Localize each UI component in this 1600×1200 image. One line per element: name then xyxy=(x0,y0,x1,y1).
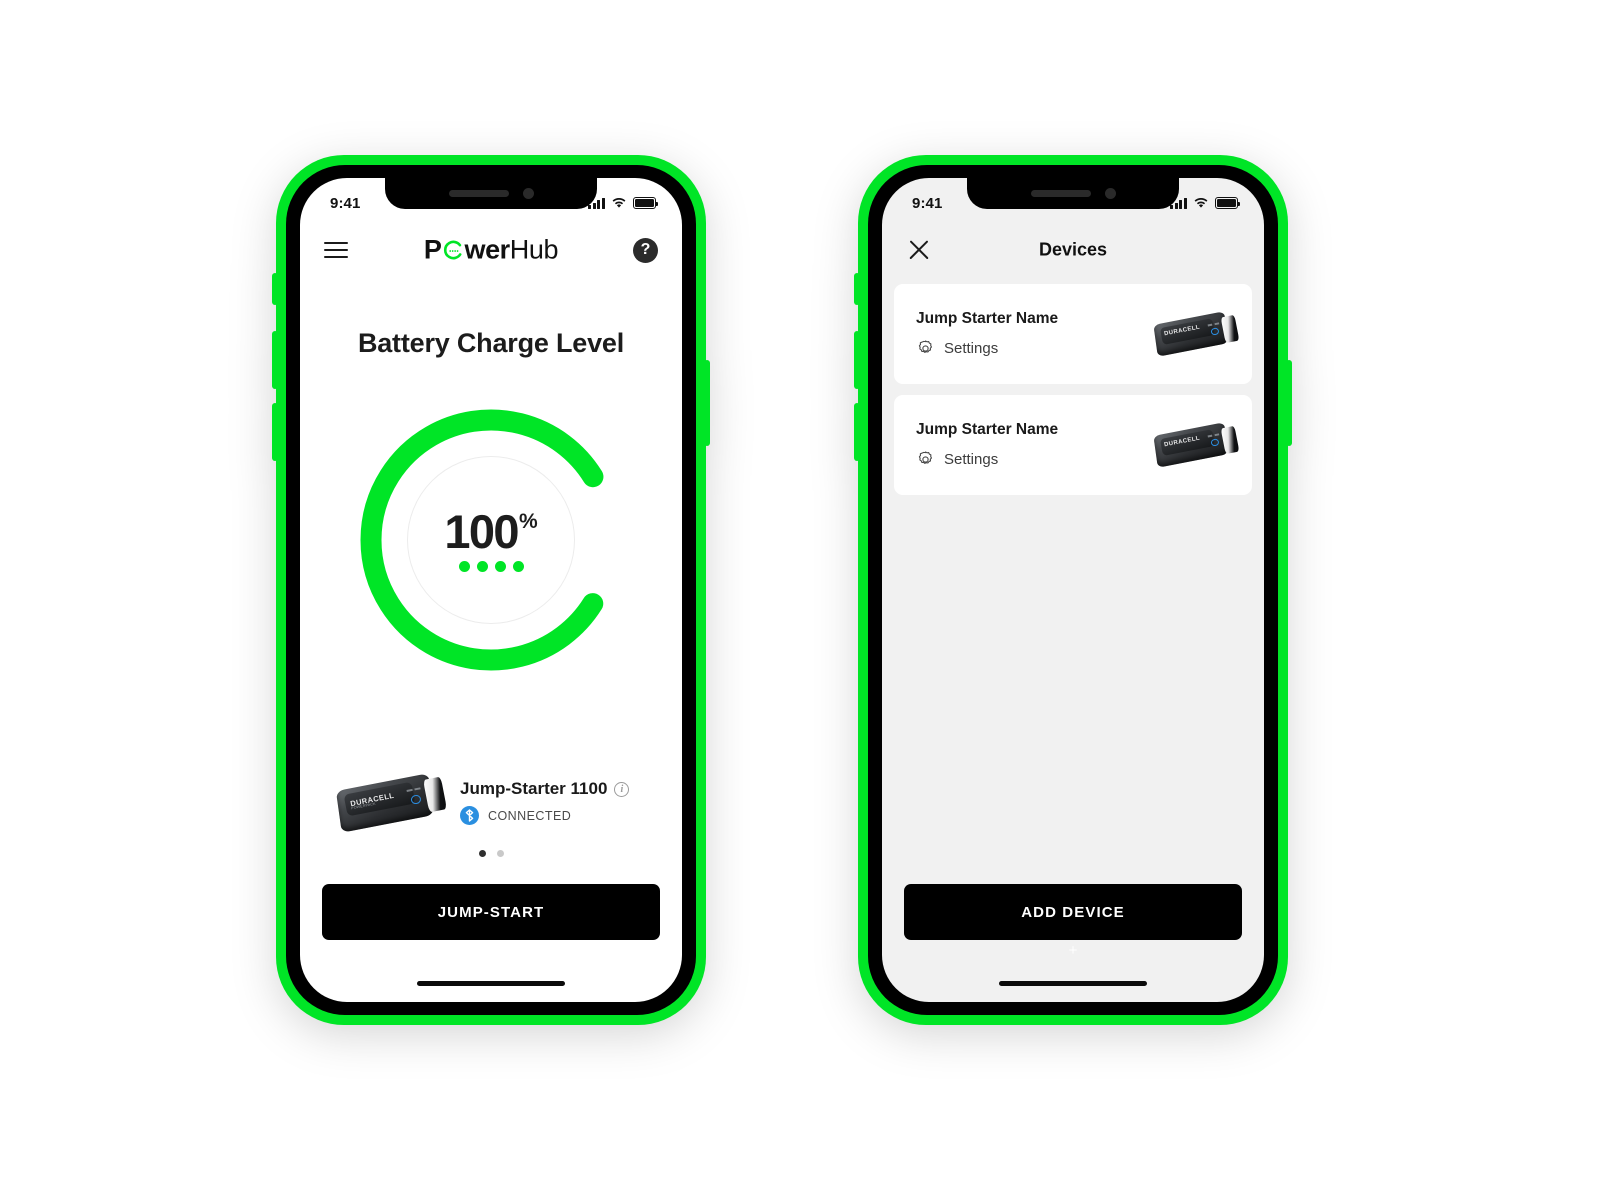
info-circle-icon[interactable]: i xyxy=(614,781,630,797)
front-camera xyxy=(1104,188,1116,199)
gauge-inner-circle: 100 % xyxy=(407,456,575,624)
connection-status-row: CONNECTED xyxy=(460,806,629,825)
device-name: Jump-Starter 1100 xyxy=(460,779,608,798)
devices-screen: 9:41 Devices Jump Starter Name Settings … xyxy=(882,178,1264,1002)
hamburger-menu-icon[interactable] xyxy=(324,241,348,259)
status-bar-icons xyxy=(1170,197,1241,209)
home-indicator xyxy=(999,980,1147,986)
bluetooth-icon xyxy=(460,806,479,825)
device-card[interactable]: Jump Starter Name Settings DURACELL xyxy=(894,284,1252,384)
powerhub-logo: P wer Hub xyxy=(423,234,559,266)
home-app-bar: P wer Hub ? xyxy=(300,222,682,278)
pagination-dot-2[interactable] xyxy=(496,850,504,857)
devices-title: Devices xyxy=(1038,239,1108,260)
screenshot-stage: 9:41 P wer Hub ? Battery Charge Level 10… xyxy=(0,0,1600,1200)
connection-status-label: CONNECTED xyxy=(488,808,572,823)
front-camera xyxy=(522,188,534,199)
status-bar-time: 9:41 xyxy=(912,194,943,212)
brand-text-wer: wer xyxy=(464,234,510,265)
phone-bezel: 9:41 Devices Jump Starter Name Settings … xyxy=(868,165,1278,1015)
duracell-jump-starter-image: DURACELL xyxy=(1152,306,1239,362)
phone-bezel: 9:41 P wer Hub ? Battery Charge Level 10… xyxy=(286,165,696,1015)
earpiece-speaker xyxy=(1030,190,1091,197)
charge-level-dots xyxy=(458,561,524,572)
device-card[interactable]: Jump Starter Name Settings DURACELL xyxy=(894,395,1252,495)
gear-icon xyxy=(918,451,932,464)
volume-up-button[interactable] xyxy=(272,331,278,389)
wifi-icon xyxy=(1194,198,1208,208)
gauge-o-icon xyxy=(442,240,463,261)
devices-list: Jump Starter Name Settings DURACELL Jump… xyxy=(894,284,1252,506)
device-card-text: Jump Starter Name Settings xyxy=(916,421,1152,469)
volume-down-button[interactable] xyxy=(854,403,860,461)
volume-down-button[interactable] xyxy=(272,403,278,461)
devices-app-bar: Devices xyxy=(882,222,1264,278)
wifi-icon xyxy=(612,198,626,208)
earpiece-speaker xyxy=(448,190,509,197)
pagination-dot-1[interactable] xyxy=(478,850,486,857)
charge-percent-readout: 100 % xyxy=(444,508,537,555)
brand-text-p: P xyxy=(423,234,442,265)
device-card-name: Jump Starter Name xyxy=(916,310,1059,327)
close-x-icon[interactable] xyxy=(906,237,932,263)
settings-label: Settings xyxy=(944,451,999,468)
charge-percent-value: 100 xyxy=(444,505,519,558)
home-screen: 9:41 P wer Hub ? Battery Charge Level 10… xyxy=(300,178,682,1002)
add-device-button[interactable]: ADD DEVICE xyxy=(904,884,1242,940)
volume-up-button[interactable] xyxy=(854,331,860,389)
device-settings-link[interactable]: Settings xyxy=(916,450,1152,469)
battery-full-icon xyxy=(633,197,659,209)
home-indicator xyxy=(417,980,565,986)
notch xyxy=(967,178,1179,209)
help-question-icon[interactable]: ? xyxy=(633,237,658,263)
connected-device-row[interactable]: DURACELL POWERPACK Jump-Starter 1100 i C… xyxy=(334,766,654,838)
add-plus-icon[interactable]: + xyxy=(1069,943,1078,958)
jump-start-button[interactable]: JUMP-START xyxy=(322,884,660,940)
battery-full-icon xyxy=(1215,197,1241,209)
phone-mockup-home: 9:41 P wer Hub ? Battery Charge Level 10… xyxy=(272,155,710,1025)
battery-charge-gauge: 100 % xyxy=(355,404,627,676)
device-card-name: Jump Starter Name xyxy=(916,421,1059,438)
device-text-column: Jump-Starter 1100 i CONNECTED xyxy=(460,779,630,825)
power-button[interactable] xyxy=(1286,360,1292,446)
duracell-jump-starter-image: DURACELL POWERPACK xyxy=(334,766,447,838)
carousel-pagination[interactable] xyxy=(300,850,682,857)
status-bar-icons xyxy=(588,197,659,209)
notch xyxy=(385,178,597,209)
status-bar-time: 9:41 xyxy=(330,194,361,212)
silencer-switch[interactable] xyxy=(272,273,278,305)
duracell-jump-starter-image: DURACELL xyxy=(1152,417,1239,473)
brand-text-hub: Hub xyxy=(509,234,559,265)
power-button[interactable] xyxy=(704,360,710,446)
phone-mockup-devices: 9:41 Devices Jump Starter Name Settings … xyxy=(854,155,1292,1025)
settings-label: Settings xyxy=(944,340,999,357)
device-card-text: Jump Starter Name Settings xyxy=(916,310,1152,358)
device-settings-link[interactable]: Settings xyxy=(916,339,1152,358)
percent-symbol: % xyxy=(518,510,538,533)
gear-icon xyxy=(918,340,932,353)
help-label: ? xyxy=(640,241,651,258)
silencer-switch[interactable] xyxy=(854,273,860,305)
device-name-line: Jump-Starter 1100 i xyxy=(460,779,630,799)
page-title: Battery Charge Level xyxy=(357,328,625,358)
